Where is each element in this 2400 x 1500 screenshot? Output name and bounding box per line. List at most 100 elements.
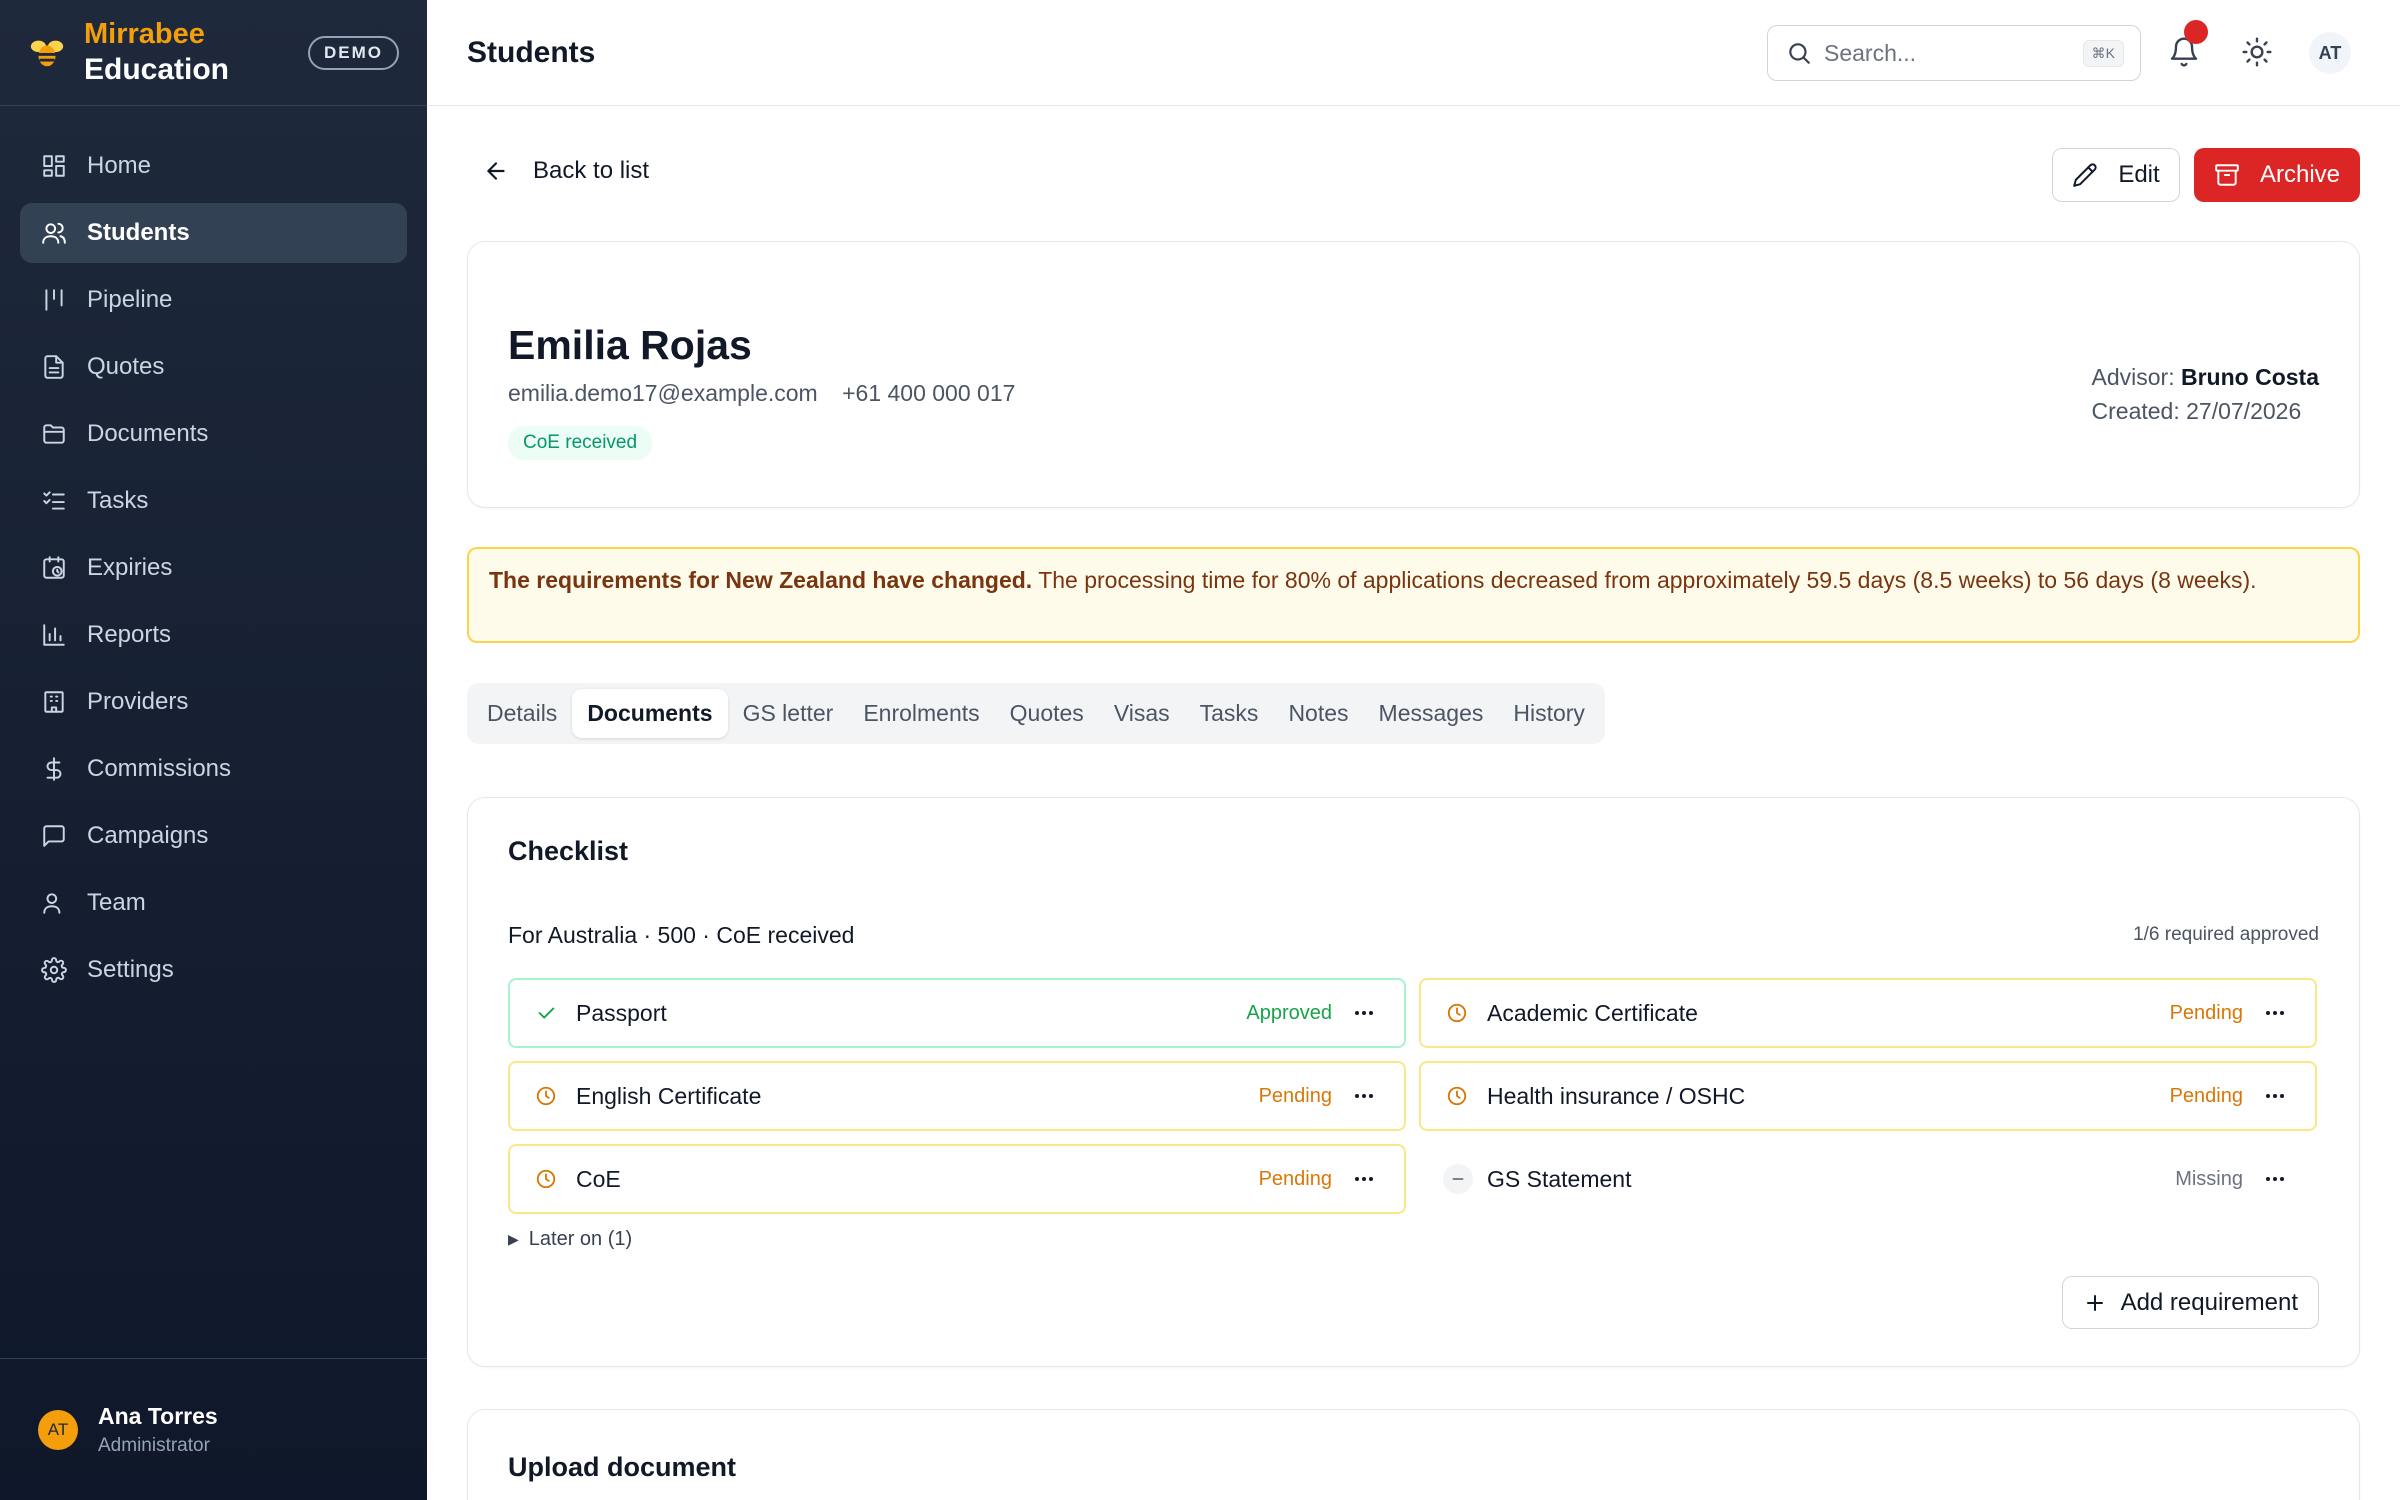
edit-label: Edit xyxy=(2118,161,2160,188)
clock-icon xyxy=(532,1082,560,1110)
archive-button[interactable]: Archive xyxy=(2194,148,2360,202)
profile-meta: Advisor: Bruno Costa Created: 27/07/2026 xyxy=(2092,360,2319,428)
brand: Mirrabee Education DEMO xyxy=(0,0,427,106)
requirement-name: Passport xyxy=(576,999,667,1026)
sidebar-item-reports[interactable]: Reports xyxy=(20,605,407,665)
more-options-icon[interactable] xyxy=(1350,1165,1378,1193)
more-options-icon[interactable] xyxy=(2261,999,2289,1027)
more-options-icon[interactable] xyxy=(2261,1082,2289,1110)
sidebar: Mirrabee Education DEMO Home Students Pi… xyxy=(0,0,427,1500)
demo-badge: DEMO xyxy=(308,36,399,70)
tab-quotes[interactable]: Quotes xyxy=(995,689,1099,738)
later-on-label: Later on (1) xyxy=(528,1228,633,1250)
document-icon xyxy=(40,353,68,381)
tab-enrolments[interactable]: Enrolments xyxy=(848,689,994,738)
back-to-list-link[interactable]: Back to list xyxy=(483,157,649,185)
student-name: Emilia Rojas xyxy=(508,322,752,368)
sidebar-item-label: Students xyxy=(87,219,190,246)
sidebar-item-documents[interactable]: Documents xyxy=(20,404,407,464)
alert-body: The processing time for 80% of applicati… xyxy=(1038,567,2257,593)
checklist-card: Checklist For Australia · 500 · CoE rece… xyxy=(467,797,2360,1367)
search-shortcut: ⌘K xyxy=(2082,40,2124,67)
tab-details[interactable]: Details xyxy=(472,689,572,738)
current-user[interactable]: AT Ana Torres Administrator xyxy=(0,1358,427,1500)
tab-gs-letter[interactable]: GS letter xyxy=(728,689,849,738)
tab-messages[interactable]: Messages xyxy=(1364,689,1499,738)
tab-visas[interactable]: Visas xyxy=(1099,689,1185,738)
sidebar-item-students[interactable]: Students xyxy=(20,203,407,263)
user-name: Ana Torres xyxy=(98,1402,218,1429)
arrow-left-icon xyxy=(487,162,505,180)
calendar-clock-icon xyxy=(40,554,68,582)
bee-logo-icon xyxy=(30,40,64,66)
search-input[interactable] xyxy=(1824,39,2064,67)
back-label: Back to list xyxy=(533,157,650,184)
tab-history[interactable]: History xyxy=(1498,689,1600,738)
tab-notes[interactable]: Notes xyxy=(1273,689,1363,738)
requirement-name: GS Statement xyxy=(1487,1165,1632,1192)
sidebar-item-label: Providers xyxy=(87,688,189,715)
pencil-icon xyxy=(2073,163,2097,187)
action-bar: Back to list Edit Archive xyxy=(467,147,2360,203)
sidebar-item-campaigns[interactable]: Campaigns xyxy=(20,806,407,866)
requirement-gs-statement[interactable]: GS Statement Missing xyxy=(1419,1144,2317,1214)
created-date: 27/07/2026 xyxy=(2186,398,2302,424)
sidebar-item-settings[interactable]: Settings xyxy=(20,940,407,1000)
building-icon xyxy=(40,688,68,716)
sidebar-item-tasks[interactable]: Tasks xyxy=(20,471,407,531)
theme-toggle-button[interactable] xyxy=(2235,30,2279,74)
more-options-icon[interactable] xyxy=(2261,1165,2289,1193)
requirement-health-insurance[interactable]: Health insurance / OSHC Pending xyxy=(1419,1061,2317,1131)
add-requirement-button[interactable]: Add requirement xyxy=(2061,1276,2319,1329)
gear-icon xyxy=(40,956,68,984)
requirement-academic-certificate[interactable]: Academic Certificate Pending xyxy=(1419,978,2317,1048)
minus-icon xyxy=(1443,1164,1473,1194)
sidebar-item-providers[interactable]: Providers xyxy=(20,672,407,732)
clock-icon xyxy=(1443,999,1471,1027)
pipeline-icon xyxy=(40,286,68,314)
sidebar-item-pipeline[interactable]: Pipeline xyxy=(20,270,407,330)
avatar[interactable]: AT xyxy=(2309,32,2351,74)
more-options-icon[interactable] xyxy=(1350,999,1378,1027)
sidebar-item-label: Quotes xyxy=(87,353,165,380)
student-email[interactable]: emilia.demo17@example.com xyxy=(508,380,818,406)
requirement-status: Pending xyxy=(2169,1001,2243,1024)
requirement-name: Academic Certificate xyxy=(1487,999,1698,1026)
checklist-count: 1/6 required approved xyxy=(2133,924,2319,945)
advisor-label: Advisor: xyxy=(2091,364,2175,390)
checklist-icon xyxy=(40,487,68,515)
brand-name: Mirrabee xyxy=(84,17,205,50)
grid-icon xyxy=(40,152,68,180)
sidebar-item-label: Campaigns xyxy=(87,822,209,849)
tab-tasks[interactable]: Tasks xyxy=(1185,689,1274,738)
sidebar-item-commissions[interactable]: Commissions xyxy=(20,739,407,799)
requirement-coe[interactable]: CoE Pending xyxy=(508,1144,1406,1214)
requirement-passport[interactable]: Passport Approved xyxy=(508,978,1406,1048)
brand-subtitle: Education xyxy=(84,52,230,86)
sidebar-item-home[interactable]: Home xyxy=(20,136,407,196)
search-box[interactable]: ⌘K xyxy=(1767,25,2141,81)
requirement-name: English Certificate xyxy=(576,1082,762,1109)
add-requirement-label: Add requirement xyxy=(2120,1288,2298,1316)
later-on-toggle[interactable]: ▶ Later on (1) xyxy=(508,1228,632,1251)
requirement-english-certificate[interactable]: English Certificate Pending xyxy=(508,1061,1406,1131)
edit-button[interactable]: Edit xyxy=(2052,148,2180,202)
notifications-button[interactable] xyxy=(2162,20,2208,74)
student-phone[interactable]: +61 400 000 017 xyxy=(842,380,1015,406)
sidebar-item-label: Expiries xyxy=(87,554,173,581)
sun-icon xyxy=(2242,37,2272,67)
sidebar-item-quotes[interactable]: Quotes xyxy=(20,337,407,397)
page-title: Students xyxy=(467,35,596,69)
notification-dot xyxy=(2184,20,2208,44)
requirement-name: CoE xyxy=(576,1165,621,1192)
created-label: Created: xyxy=(2091,398,2180,424)
student-contact: emilia.demo17@example.com +61 400 000 01… xyxy=(508,380,1015,407)
sidebar-item-team[interactable]: Team xyxy=(20,873,407,933)
sidebar-item-label: Documents xyxy=(87,420,209,447)
sidebar-item-expiries[interactable]: Expiries xyxy=(20,538,407,598)
upload-document-card: Upload document xyxy=(467,1409,2360,1500)
dollar-icon xyxy=(40,755,68,783)
more-options-icon[interactable] xyxy=(1350,1082,1378,1110)
checklist-title: Checklist xyxy=(508,836,629,866)
tab-documents[interactable]: Documents xyxy=(572,689,728,738)
